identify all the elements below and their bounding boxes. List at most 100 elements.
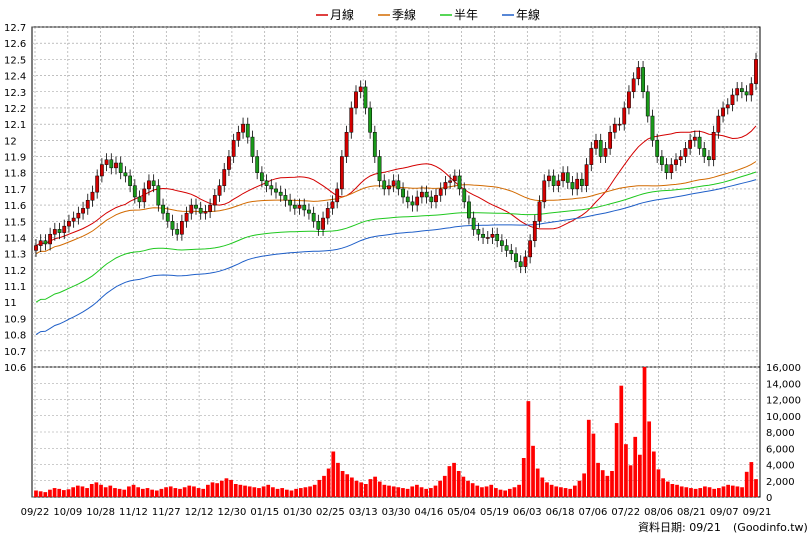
- candle-body: [227, 156, 231, 170]
- candle-body: [368, 107, 373, 133]
- candle-body: [231, 140, 236, 157]
- candle-body: [405, 196, 410, 203]
- volume-bar: [331, 451, 336, 497]
- candle-body: [212, 195, 217, 206]
- candle-body: [104, 159, 109, 165]
- candle-body: [570, 182, 575, 190]
- candle-body: [481, 233, 485, 238]
- volume-bar: [596, 462, 600, 497]
- volume-bar: [633, 436, 638, 497]
- candle-body: [198, 208, 203, 214]
- price-tick-label: 11.6: [4, 201, 26, 212]
- volume-bar: [173, 488, 178, 497]
- volume-bar: [127, 486, 131, 497]
- volume-bar: [229, 479, 233, 497]
- volume-bar: [540, 477, 545, 497]
- volume-bar: [721, 486, 726, 497]
- candle-body: [62, 225, 67, 233]
- volume-bar: [168, 486, 173, 497]
- volume-bar: [572, 485, 577, 497]
- volume-bar: [113, 488, 117, 497]
- volume-bar: [614, 423, 619, 497]
- volume-bar: [363, 484, 368, 497]
- candle-body: [382, 180, 387, 190]
- volume-bar: [517, 484, 521, 497]
- volume-bar: [577, 480, 582, 497]
- volume-bar: [80, 486, 85, 497]
- candle-body: [434, 195, 438, 203]
- candle-body: [363, 86, 368, 109]
- volume-bar: [684, 487, 689, 497]
- candle-body: [161, 204, 165, 214]
- candle-body: [485, 237, 490, 239]
- volume-bar: [433, 485, 438, 497]
- date-tick-label: 09/21: [743, 507, 772, 518]
- candle-body: [692, 136, 697, 141]
- date-tick-label: 10/09: [53, 507, 82, 518]
- volume-bar: [298, 488, 303, 497]
- volume-bar: [470, 483, 475, 497]
- candle-body: [448, 180, 453, 183]
- date-tick-label: 12/30: [217, 507, 246, 518]
- candle-body: [721, 107, 725, 117]
- volume-tick-label: 0: [766, 493, 772, 504]
- price-tick-label: 11.1: [4, 282, 26, 293]
- candle-body: [156, 185, 161, 206]
- volume-bar: [647, 421, 652, 497]
- candle-body: [584, 164, 589, 186]
- volume-bar: [71, 487, 76, 497]
- candle-body: [608, 131, 613, 149]
- volume-bar: [99, 484, 103, 497]
- candle-body: [476, 229, 481, 235]
- volume-bar: [466, 480, 470, 497]
- candle-body: [415, 196, 420, 206]
- candle-body: [339, 156, 344, 190]
- date-tick-label: 11/12: [119, 507, 148, 518]
- volume-bar: [689, 488, 693, 497]
- volume-bar: [605, 475, 610, 497]
- candle-body: [462, 188, 467, 203]
- candle-body: [565, 172, 570, 183]
- price-tick-label: 10.9: [4, 314, 26, 325]
- volume-bar: [85, 488, 89, 497]
- stock-chart: 月線 季線 半年 年線 10.6 10.7 10.8 10.9 11 11.1 11.2 11.3 1…: [0, 0, 808, 540]
- volume-bar: [754, 479, 758, 497]
- candle-body: [612, 123, 617, 133]
- candle-body: [250, 136, 255, 157]
- candle-body: [194, 204, 198, 209]
- volume-bar: [210, 482, 215, 497]
- date-tick-label: 09/22: [21, 507, 50, 518]
- volume-tick-label: 16,000: [766, 363, 801, 374]
- candle-body: [203, 211, 208, 214]
- candle-body: [467, 201, 471, 219]
- volume-bar: [424, 488, 429, 497]
- candle-body: [452, 175, 457, 182]
- volume-bar: [154, 490, 159, 497]
- volume-bar: [52, 488, 57, 497]
- candle-body: [128, 175, 133, 186]
- volume-bar: [712, 488, 717, 497]
- volume-tick-label: 4,000: [766, 461, 795, 472]
- candle-body: [659, 156, 664, 165]
- volume-bar: [610, 471, 614, 497]
- volume-bar: [219, 480, 224, 497]
- candle-body: [325, 208, 330, 219]
- volume-bar: [289, 490, 294, 497]
- candle-body: [81, 208, 85, 214]
- volume-bar: [498, 489, 503, 497]
- price-tick-label: 11.2: [4, 266, 26, 277]
- volume-bar: [38, 491, 43, 497]
- volume-bar: [735, 486, 740, 497]
- date-tick-label: 07/22: [611, 507, 640, 518]
- volume-bar: [94, 482, 99, 497]
- candle-body: [48, 233, 53, 245]
- volume-bar: [405, 488, 410, 497]
- candle-body: [269, 185, 274, 190]
- volume-bar: [494, 488, 498, 497]
- volume-bar: [586, 419, 591, 497]
- volume-bar: [396, 487, 401, 497]
- volume-bar: [377, 481, 382, 497]
- candle-body: [537, 201, 542, 222]
- candle-body: [184, 212, 189, 222]
- volume-bar: [145, 488, 150, 497]
